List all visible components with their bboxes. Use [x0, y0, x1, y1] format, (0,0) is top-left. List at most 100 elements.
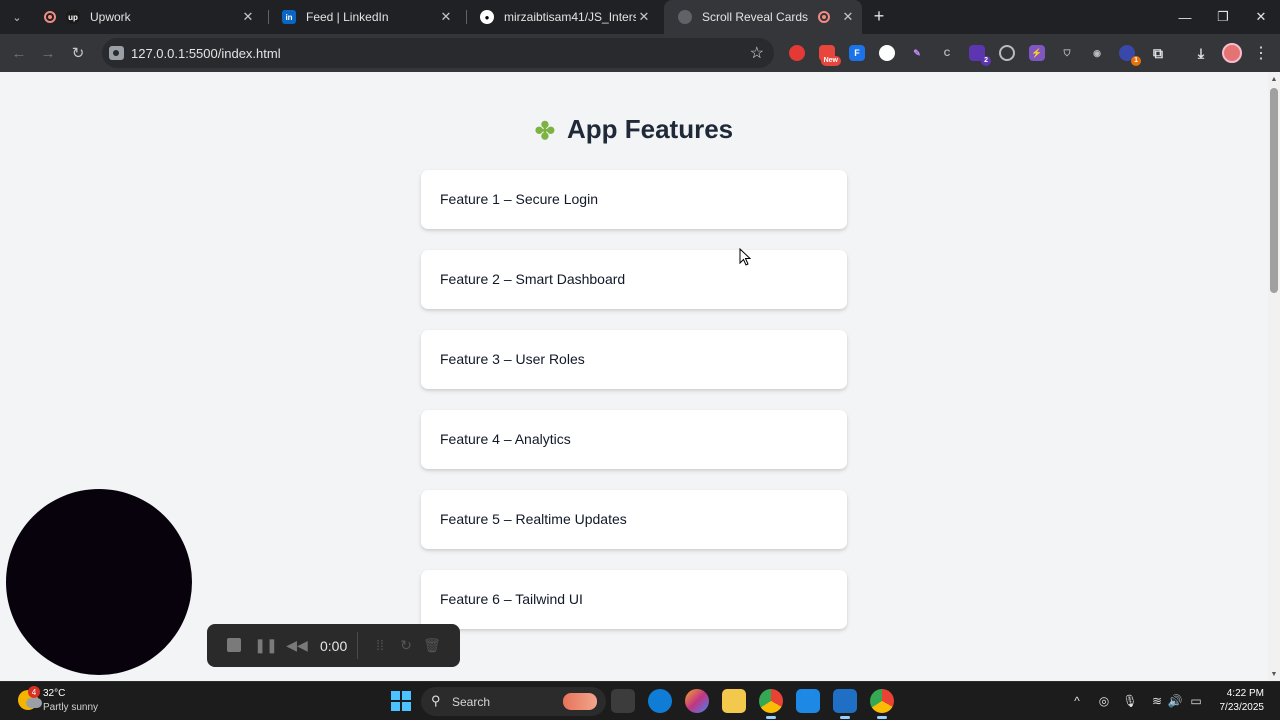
extension-icon[interactable]: F [849, 45, 865, 61]
delete-button[interactable]: 🗑 [423, 636, 441, 654]
weather-condition: Partly sunny [43, 702, 99, 713]
feature-card: Feature 6 – Tailwind UI [421, 570, 847, 629]
chrome-icon[interactable] [759, 689, 783, 719]
more-options-icon[interactable]: ⋮ [1253, 43, 1269, 63]
recording-timer: 0:00 [320, 638, 348, 654]
restore-button[interactable]: ❐ [1204, 0, 1242, 34]
edge-icon[interactable] [648, 689, 672, 713]
feature-card-label: Feature 2 – Smart Dashboard [440, 271, 626, 287]
close-window-button[interactable]: ✕ [1242, 0, 1280, 34]
taskbar-search[interactable]: ⚲ Search [421, 687, 606, 716]
feature-card: Feature 4 – Analytics [421, 410, 847, 469]
scrollbar-thumb[interactable] [1270, 88, 1278, 293]
feature-card-label: Feature 3 – User Roles [440, 351, 585, 367]
stop-button[interactable] [225, 636, 243, 654]
url-text[interactable]: 127.0.0.1:5500/index.html [131, 46, 281, 61]
extension-icon[interactable]: C [939, 45, 955, 61]
arrow-left-icon: ← [11, 44, 27, 62]
notepad-icon[interactable] [796, 689, 820, 713]
extension-icon[interactable] [999, 45, 1015, 61]
pause-button[interactable]: ❚❚ [254, 636, 278, 654]
clock-time[interactable]: 4:22 PM [1227, 688, 1264, 699]
tab-linkedin[interactable]: in Feed | LinkedIn ✕ [268, 0, 466, 34]
feature-card: Feature 5 – Realtime Updates [421, 490, 847, 549]
scroll-down-icon[interactable]: ▼ [1270, 669, 1278, 679]
camera-icon[interactable]: ◉ [1089, 45, 1105, 61]
tab-title: Upwork [90, 10, 131, 24]
rewind-button[interactable]: ◀◀ [286, 636, 308, 654]
feature-card-label: Feature 6 – Tailwind UI [440, 591, 583, 607]
extension-icon[interactable]: New [819, 45, 841, 66]
close-icon[interactable]: ✕ [240, 9, 256, 25]
extension-icon[interactable] [879, 45, 895, 61]
vscode-icon[interactable] [833, 689, 857, 719]
extension-icon[interactable] [789, 45, 805, 61]
scroll-up-icon[interactable]: ▲ [1270, 74, 1278, 84]
reload-icon: ↻ [71, 45, 85, 62]
tab-strip: ⌄ up Upwork ✕ in Feed | LinkedIn ✕ ● mir… [0, 0, 1280, 34]
battery-icon[interactable]: ▭ [1188, 693, 1204, 709]
minimize-button[interactable]: — [1166, 0, 1204, 34]
search-placeholder: Search [452, 695, 491, 709]
screen-recorder-toolbar: ❚❚ ◀◀ 0:00 ⁞⁞ ↻ 🗑 [207, 624, 460, 667]
close-icon[interactable]: ✕ [438, 9, 454, 25]
color-picker-icon[interactable]: ✎ [909, 45, 925, 61]
star-icon[interactable]: ☆ [750, 43, 764, 63]
address-bar[interactable]: 127.0.0.1:5500/index.html ☆ [102, 38, 774, 68]
page-title-text: App Features [566, 114, 734, 144]
divider [357, 632, 358, 659]
back-button[interactable]: ← [8, 42, 30, 64]
copilot-icon[interactable] [685, 689, 709, 713]
microphone-icon[interactable]: 🎙 [1122, 693, 1138, 709]
recording-indicator-icon [818, 11, 830, 23]
restart-icon: ↻ [400, 636, 412, 653]
forward-button[interactable]: → [37, 42, 59, 64]
restart-button[interactable]: ↻ [397, 636, 415, 654]
extension-icon[interactable]: 1 [1119, 45, 1141, 66]
notification-badge: 4 [28, 686, 40, 698]
extension-icon[interactable]: 2 [969, 45, 991, 66]
clock-date[interactable]: 7/23/2025 [1220, 702, 1265, 713]
windows-taskbar: 4 32°C Partly sunny ⚲ Search ^ ◎ 🎙 ≋ 🔊 ▭… [0, 681, 1280, 720]
pause-icon: ❚❚ [254, 636, 278, 653]
feature-card: Feature 1 – Secure Login [421, 170, 847, 229]
extensions-puzzle-icon[interactable]: ⧉ [1150, 45, 1166, 61]
plus-icon: + [873, 5, 885, 26]
tab-search-button[interactable]: ⌄ [6, 6, 28, 28]
copilot-tray-icon[interactable]: ◎ [1096, 693, 1112, 709]
grid-button[interactable]: ⁞⁞ [371, 636, 389, 654]
tab-upwork[interactable]: up Upwork ✕ [30, 0, 268, 34]
weather-temperature: 32°C [43, 688, 66, 699]
feature-card-label: Feature 4 – Analytics [440, 431, 571, 447]
rewind-icon: ◀◀ [286, 636, 308, 653]
chevron-up-icon[interactable]: ^ [1069, 693, 1085, 709]
reload-button[interactable]: ↻ [67, 42, 89, 64]
feature-card: Feature 2 – Smart Dashboard [421, 250, 847, 309]
search-highlight-icon [563, 693, 597, 710]
profile-avatar[interactable] [1222, 43, 1242, 63]
chrome-profile-icon[interactable] [870, 689, 894, 719]
shield-icon[interactable]: ⛉ [1059, 45, 1075, 61]
extension-icon[interactable]: ⚡ [1029, 45, 1045, 61]
recording-indicator-icon [44, 11, 56, 23]
close-icon[interactable]: ✕ [636, 9, 652, 25]
task-view-icon[interactable] [611, 689, 635, 713]
site-info-icon[interactable] [109, 46, 124, 60]
new-tab-button[interactable]: + [868, 5, 890, 27]
tab-scroll-reveal-cards[interactable]: Scroll Reveal Cards ✕ [664, 0, 862, 34]
download-icon[interactable]: ⤓ [1193, 45, 1209, 61]
close-icon[interactable]: ✕ [840, 9, 856, 25]
start-button[interactable] [391, 691, 411, 711]
tab-github[interactable]: ● mirzaibtisam41/JS_Intersection_ ✕ [466, 0, 664, 34]
wifi-icon[interactable]: ≋ [1149, 693, 1165, 709]
feature-card: Feature 3 – User Roles [421, 330, 847, 389]
github-icon: ● [480, 10, 494, 24]
volume-icon[interactable]: 🔊 [1167, 693, 1183, 709]
search-icon: ⚲ [431, 693, 441, 708]
restore-icon: ❐ [1217, 9, 1229, 24]
file-explorer-icon[interactable] [722, 689, 746, 713]
page-scrollbar[interactable]: ▲ ▼ [1268, 72, 1280, 681]
windows-logo-icon [391, 691, 400, 700]
badge-count: 1 [1131, 56, 1141, 66]
puzzle-icon: ✤ [534, 118, 555, 145]
